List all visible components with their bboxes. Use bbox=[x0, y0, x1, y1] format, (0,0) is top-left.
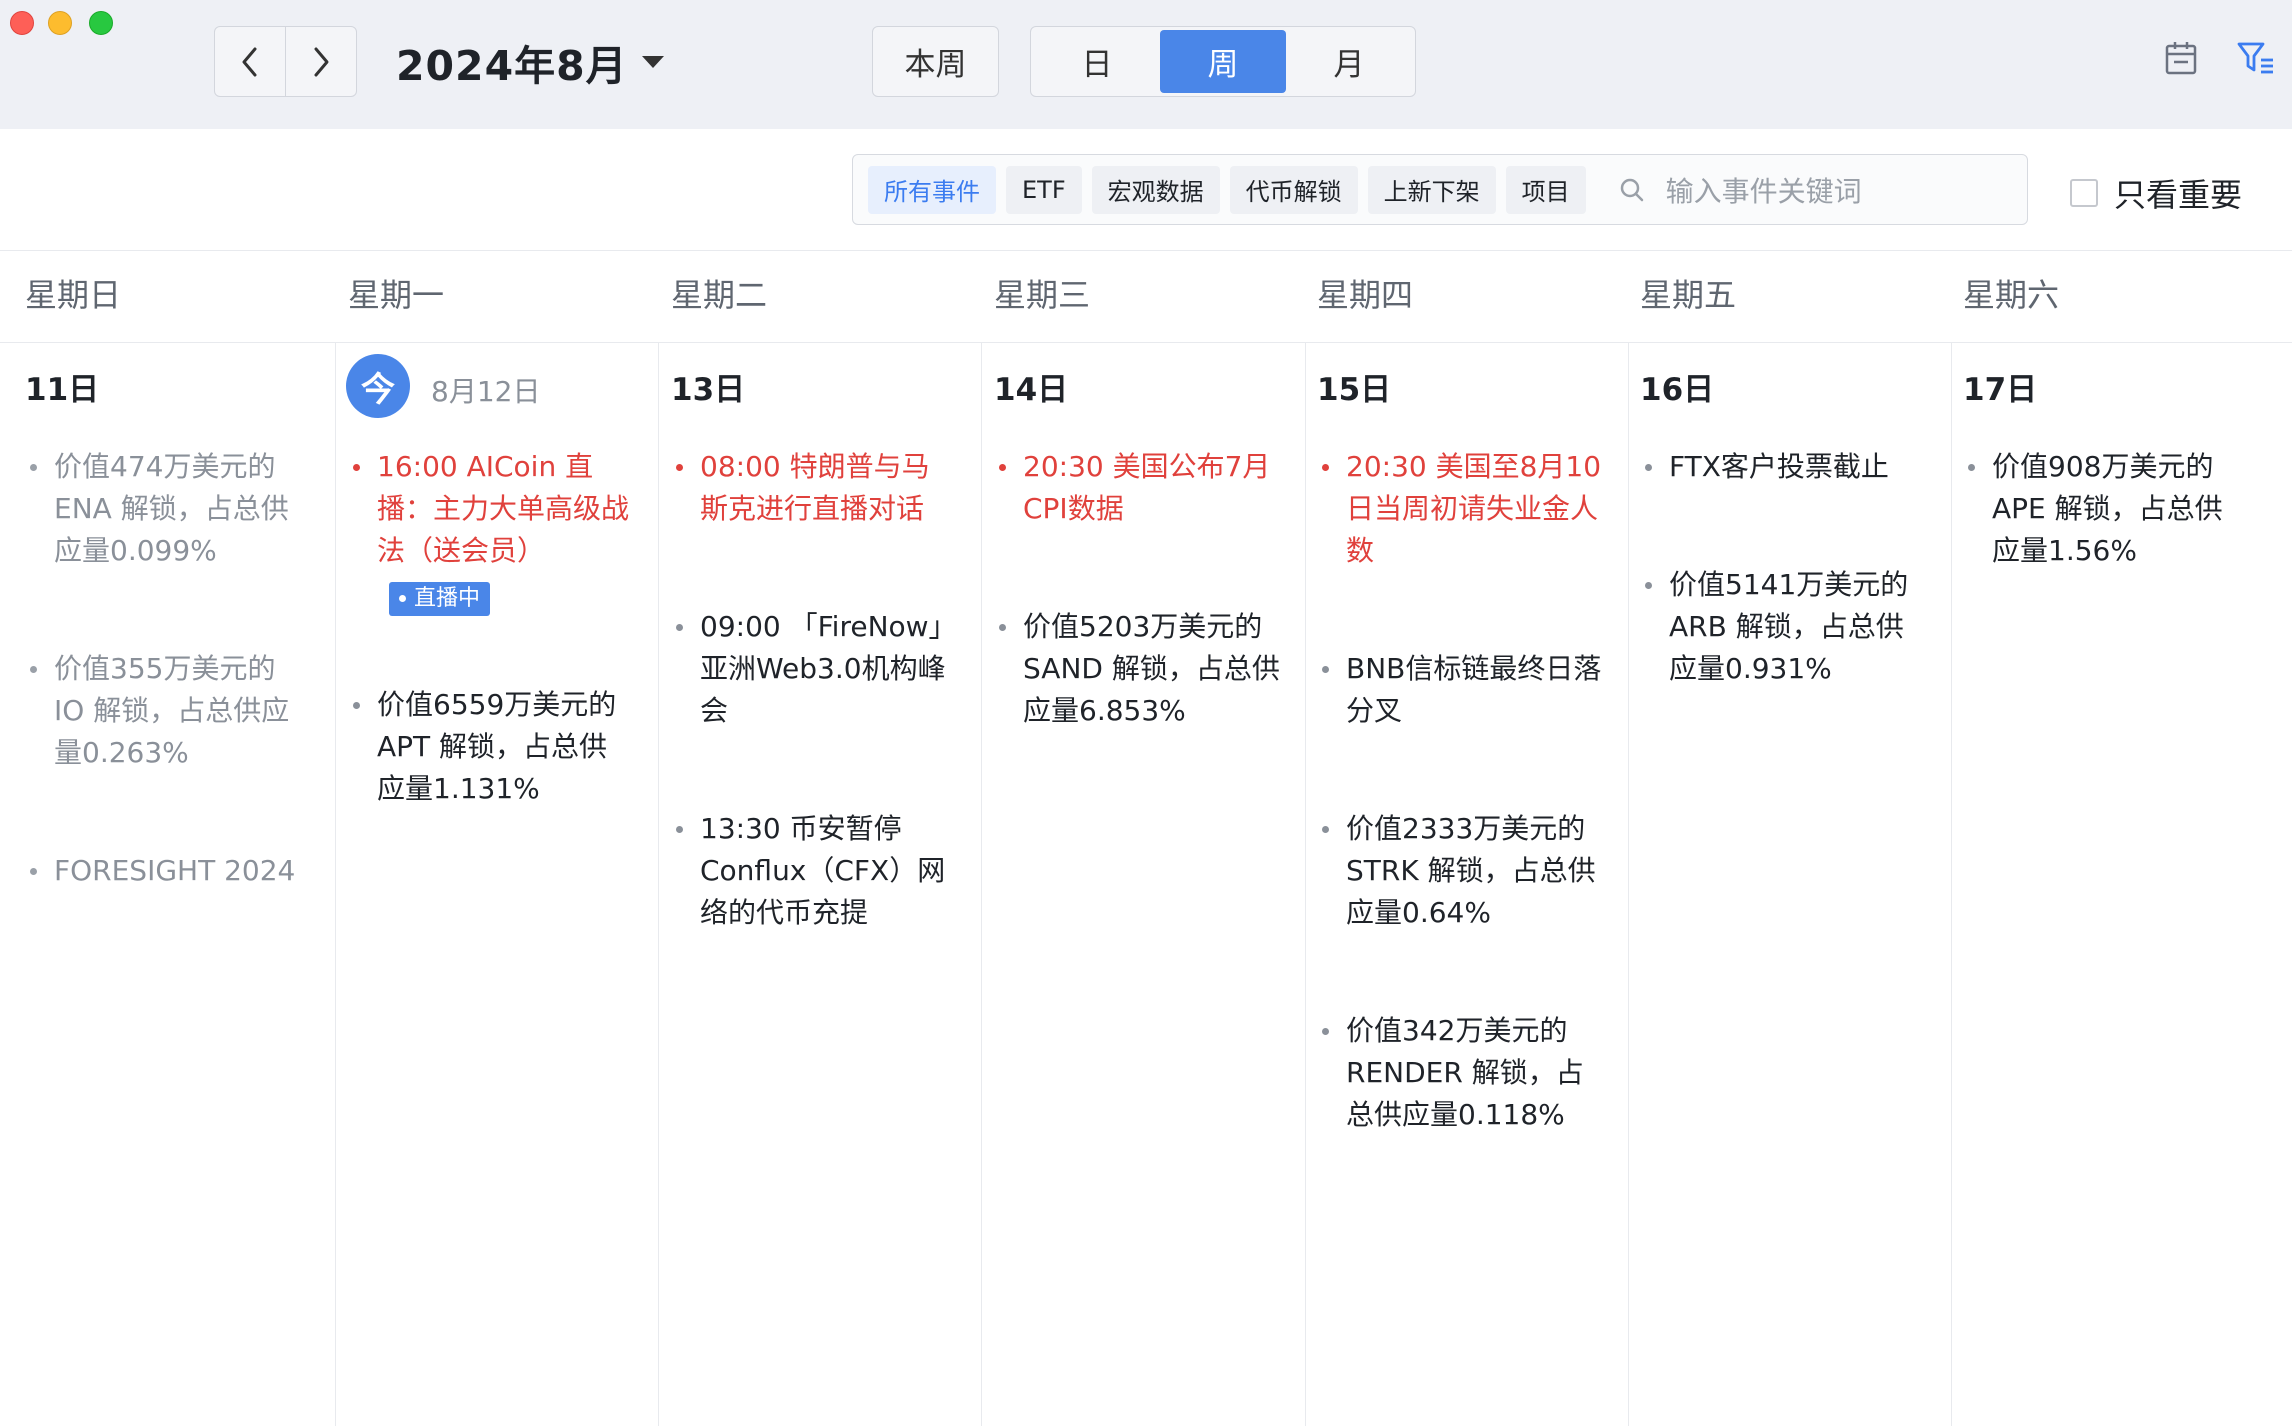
chevron-right-icon bbox=[314, 47, 329, 76]
filter-etf[interactable]: ETF bbox=[1006, 165, 1082, 214]
live-badge-label: 直播中 bbox=[414, 585, 481, 611]
filter-projects[interactable]: 项目 bbox=[1505, 165, 1586, 214]
today-badge: 今 bbox=[346, 354, 410, 418]
calendar-event[interactable]: 价值2333万美元的STRK 解锁，占总供应量0.64% bbox=[1318, 808, 1603, 934]
divider bbox=[0, 250, 2292, 251]
day-number: 15日 bbox=[1317, 372, 1392, 408]
day-events-wednesday: 20:30 美国公布7月CPI数据 价值5203万美元的SAND 解锁，占总供应… bbox=[995, 446, 1280, 808]
weekday-thursday: 星期四 bbox=[1317, 276, 1414, 314]
month-title: 2024年8月 bbox=[396, 42, 628, 90]
view-day-button[interactable]: 日 bbox=[1034, 30, 1160, 93]
divider bbox=[0, 342, 2292, 343]
important-only-toggle[interactable]: 只看重要 bbox=[2070, 170, 2242, 216]
calendar-event[interactable]: 价值355万美元的 IO 解锁，占总供应量0.263% bbox=[26, 648, 311, 774]
chevron-left-icon bbox=[242, 47, 257, 76]
day-events-monday: 16:00 AICoin 直播：主力大单高级战法（送会员） 直播中 价值6559… bbox=[349, 446, 634, 886]
calendar-event[interactable]: 20:30 美国至8月10日当周初请失业金人数 bbox=[1318, 446, 1603, 572]
day-events-friday: FTX客户投票截止 价值5141万美元的ARB 解锁，占总供应量0.931% bbox=[1641, 446, 1926, 766]
weekday-saturday: 星期六 bbox=[1963, 276, 2060, 314]
filter-token-unlock[interactable]: 代币解锁 bbox=[1229, 165, 1358, 214]
today-date: 8月12日 bbox=[431, 375, 541, 408]
view-week-button[interactable]: 周 bbox=[1160, 30, 1286, 93]
event-title: 16:00 AICoin 直播：主力大单高级战法（送会员） bbox=[377, 450, 630, 567]
weekday-friday: 星期五 bbox=[1640, 276, 1737, 314]
search-placeholder: 输入事件关键词 bbox=[1665, 174, 1862, 208]
weekday-sunday: 星期日 bbox=[25, 276, 122, 314]
weekday-monday: 星期一 bbox=[348, 276, 445, 314]
important-only-checkbox[interactable] bbox=[2070, 179, 2098, 207]
calendar-event[interactable]: FTX客户投票截止 bbox=[1641, 446, 1926, 488]
important-only-label: 只看重要 bbox=[2114, 176, 2243, 214]
calendar-event[interactable]: 16:00 AICoin 直播：主力大单高级战法（送会员） 直播中 bbox=[349, 446, 634, 616]
calendar-event[interactable]: 13:30 币安暂停Conflux（CFX）网络的代币充提 bbox=[672, 808, 957, 934]
calendar-event[interactable]: BNB信标链最终日落分叉 bbox=[1318, 648, 1603, 732]
search-icon bbox=[1620, 178, 1643, 201]
event-search-input[interactable]: 输入事件关键词 bbox=[1618, 170, 1862, 210]
column-divider bbox=[658, 343, 659, 1426]
window-maximize-button[interactable] bbox=[89, 11, 113, 35]
calendar-event[interactable]: 09:00 「FireNow」亚洲Web3.0机构峰会 bbox=[672, 606, 957, 732]
live-badge: 直播中 bbox=[389, 581, 491, 616]
day-events-thursday: 20:30 美国至8月10日当周初请失业金人数 BNB信标链最终日落分叉 价值2… bbox=[1318, 446, 1603, 1212]
filter-listings[interactable]: 上新下架 bbox=[1367, 165, 1496, 214]
column-divider bbox=[981, 343, 982, 1426]
week-navigation bbox=[214, 26, 357, 97]
filter-all-events[interactable]: 所有事件 bbox=[868, 165, 996, 214]
weekday-tuesday: 星期二 bbox=[671, 276, 768, 314]
this-week-button[interactable]: 本周 bbox=[872, 26, 999, 97]
event-filter-bar: 所有事件 ETF 宏观数据 代币解锁 上新下架 项目 输入事件关键词 bbox=[852, 154, 2028, 225]
view-month-button[interactable]: 月 bbox=[1286, 30, 1412, 93]
calendar-event[interactable]: 价值342万美元的RENDER 解锁，占总供应量0.118% bbox=[1318, 1010, 1603, 1136]
calendar-event[interactable]: 08:00 特朗普与马斯克进行直播对话 bbox=[672, 446, 957, 530]
day-events-sunday: 价值474万美元的ENA 解锁，占总供应量0.099% 价值355万美元的 IO… bbox=[26, 446, 311, 968]
window-close-button[interactable] bbox=[10, 11, 34, 35]
calendar-event[interactable]: 价值6559万美元的APT 解锁，占总供应量1.131% bbox=[349, 684, 634, 810]
previous-week-button[interactable] bbox=[215, 27, 285, 96]
column-divider bbox=[1951, 343, 1952, 1426]
window-minimize-button[interactable] bbox=[48, 11, 72, 35]
calendar-event[interactable]: 20:30 美国公布7月CPI数据 bbox=[995, 446, 1280, 530]
day-events-tuesday: 08:00 特朗普与马斯克进行直播对话 09:00 「FireNow」亚洲Web… bbox=[672, 446, 957, 1010]
day-number: 11日 bbox=[25, 372, 100, 408]
filter-list-icon[interactable] bbox=[2236, 40, 2276, 80]
caret-down-icon bbox=[641, 56, 664, 68]
weekday-wednesday: 星期三 bbox=[994, 276, 1091, 314]
calendar-event[interactable]: FORESIGHT 2024 bbox=[26, 850, 311, 892]
column-divider bbox=[1305, 343, 1306, 1426]
view-switcher: 日 周 月 bbox=[1030, 26, 1416, 97]
day-number: 17日 bbox=[1963, 372, 2038, 408]
calendar-event[interactable]: 价值908万美元的APE 解锁，占总供应量1.56% bbox=[1964, 446, 2249, 572]
calendar-icon[interactable] bbox=[2164, 40, 2198, 80]
calendar-event[interactable]: 价值5203万美元的SAND 解锁，占总供应量6.853% bbox=[995, 606, 1280, 732]
day-events-saturday: 价值908万美元的APE 解锁，占总供应量1.56% bbox=[1964, 446, 2249, 648]
column-divider bbox=[1628, 343, 1629, 1426]
live-dot-icon bbox=[399, 595, 406, 602]
month-picker[interactable]: 2024年8月 bbox=[396, 30, 664, 94]
column-divider bbox=[335, 343, 336, 1426]
next-week-button[interactable] bbox=[285, 27, 356, 96]
day-number: 14日 bbox=[994, 372, 1069, 408]
calendar-event[interactable]: 价值474万美元的ENA 解锁，占总供应量0.099% bbox=[26, 446, 311, 572]
top-toolbar: 2024年8月 本周 日 周 月 bbox=[0, 0, 2292, 129]
filter-macro-data[interactable]: 宏观数据 bbox=[1091, 165, 1220, 214]
day-number: 13日 bbox=[671, 372, 746, 408]
calendar-event[interactable]: 价值5141万美元的ARB 解锁，占总供应量0.931% bbox=[1641, 564, 1926, 690]
day-number: 16日 bbox=[1640, 372, 1715, 408]
